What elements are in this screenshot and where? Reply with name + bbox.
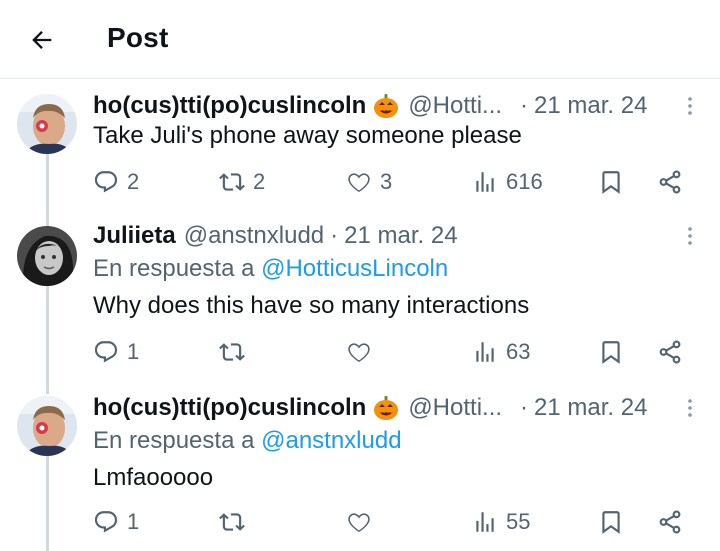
display-name[interactable]: ho(cus)tti(po)cuslincoln: [93, 92, 366, 120]
tweet-header: Juliieta @anstnxludd · 21 mar. 24: [93, 220, 458, 252]
share-icon: [659, 340, 681, 364]
tweet-text: Lmfaooooo: [93, 464, 214, 491]
tweet-text: Why does this have so many interactions: [93, 292, 530, 319]
bookmark-icon: [602, 341, 620, 364]
reply-icon: [94, 341, 118, 363]
share-button[interactable]: [657, 336, 683, 368]
display-name[interactable]: ho(cus)tti(po)cuslincoln: [93, 394, 366, 422]
more-options-icon[interactable]: [678, 224, 702, 248]
tweet-date[interactable]: 21 mar. 24: [534, 394, 647, 422]
bookmark-button[interactable]: [598, 506, 624, 538]
bookmark-button[interactable]: [598, 336, 624, 368]
share-button[interactable]: [657, 506, 683, 538]
views-chart-icon: [476, 172, 494, 192]
post-header: Post: [0, 0, 720, 79]
reply-prefix: En respuesta a: [93, 427, 262, 454]
display-name[interactable]: Juliieta: [93, 222, 176, 250]
reply-button[interactable]: 1: [93, 336, 139, 368]
like-count: 3: [380, 169, 393, 194]
heart-icon: [348, 513, 370, 532]
reply-icon: [94, 511, 118, 533]
pumpkin-emoji-icon: [374, 94, 399, 118]
tweet[interactable]: ho(cus)tti(po)cuslincoln @Hotti... · 21 …: [0, 392, 720, 551]
reply-prefix: En respuesta a: [93, 255, 262, 282]
views-count: 63: [506, 339, 531, 364]
views-count: 616: [506, 169, 543, 194]
views-button[interactable]: 616: [472, 166, 543, 198]
repost-count: 2: [253, 169, 266, 194]
tweet-actions: 1 55: [93, 506, 693, 538]
pumpkin-emoji-icon: [374, 396, 399, 420]
repost-button[interactable]: [219, 336, 253, 368]
views-count: 55: [506, 509, 531, 534]
tweet[interactable]: Juliieta @anstnxludd · 21 mar. 24 En res…: [0, 220, 720, 380]
tweet-date[interactable]: 21 mar. 24: [534, 92, 647, 120]
more-options-icon[interactable]: [678, 94, 702, 118]
like-button[interactable]: [346, 336, 380, 368]
tweet[interactable]: ho(cus)tti(po)cuslincoln @Hotti... · 21 …: [0, 90, 720, 210]
like-button[interactable]: 3: [346, 166, 392, 198]
bookmark-icon: [602, 171, 620, 194]
heart-icon: [348, 343, 370, 362]
reply-icon: [94, 171, 118, 193]
tweet-actions: 2 2 3 616: [93, 166, 693, 198]
avatar-image: [17, 94, 77, 154]
avatar[interactable]: [17, 94, 77, 154]
user-handle[interactable]: @Hotti...: [408, 394, 502, 422]
like-button[interactable]: [346, 506, 380, 538]
heart-icon: [348, 173, 370, 192]
avatar-image: [17, 226, 77, 286]
reply-count: 1: [127, 339, 140, 364]
reply-button[interactable]: 2: [93, 166, 139, 198]
page-title: Post: [107, 22, 169, 53]
tweet-date[interactable]: 21 mar. 24: [344, 222, 457, 250]
separator-dot: ·: [330, 222, 339, 249]
views-chart-icon: [476, 512, 494, 532]
bookmark-icon: [602, 511, 620, 534]
tweet-actions: 1 63: [93, 336, 693, 368]
share-icon: [659, 170, 681, 194]
share-button[interactable]: [657, 166, 683, 198]
views-button[interactable]: 63: [472, 336, 530, 368]
tweet-header: ho(cus)tti(po)cuslincoln @Hotti... · 21 …: [93, 392, 647, 424]
user-handle[interactable]: @Hotti...: [408, 92, 502, 120]
repost-icon: [219, 173, 245, 191]
mention-link[interactable]: @anstnxludd: [261, 427, 401, 454]
repost-button[interactable]: [219, 506, 253, 538]
views-button[interactable]: 55: [472, 506, 530, 538]
reply-count: 1: [127, 509, 140, 534]
reply-context: En respuesta a @HotticusLincoln: [93, 255, 448, 283]
repost-icon: [219, 513, 245, 531]
separator-dot: ·: [520, 394, 529, 421]
views-chart-icon: [476, 342, 494, 362]
avatar-image: [17, 396, 77, 456]
tweet-text: Take Juli's phone away someone please: [93, 122, 522, 149]
reply-context: En respuesta a @anstnxludd: [93, 427, 402, 455]
back-button[interactable]: [22, 20, 62, 60]
share-icon: [659, 510, 681, 534]
arrow-left-icon: [32, 31, 52, 49]
repost-button[interactable]: 2: [219, 166, 265, 198]
bookmark-button[interactable]: [598, 166, 624, 198]
user-handle[interactable]: @anstnxludd: [184, 222, 324, 250]
avatar[interactable]: [17, 396, 77, 456]
separator-dot: ·: [520, 92, 529, 119]
avatar[interactable]: [17, 226, 77, 286]
reply-count: 2: [127, 169, 140, 194]
tweet-header: ho(cus)tti(po)cuslincoln @Hotti... · 21 …: [93, 90, 647, 122]
repost-icon: [219, 343, 245, 361]
more-options-icon[interactable]: [678, 396, 702, 420]
reply-button[interactable]: 1: [93, 506, 139, 538]
mention-link[interactable]: @HotticusLincoln: [261, 255, 448, 282]
